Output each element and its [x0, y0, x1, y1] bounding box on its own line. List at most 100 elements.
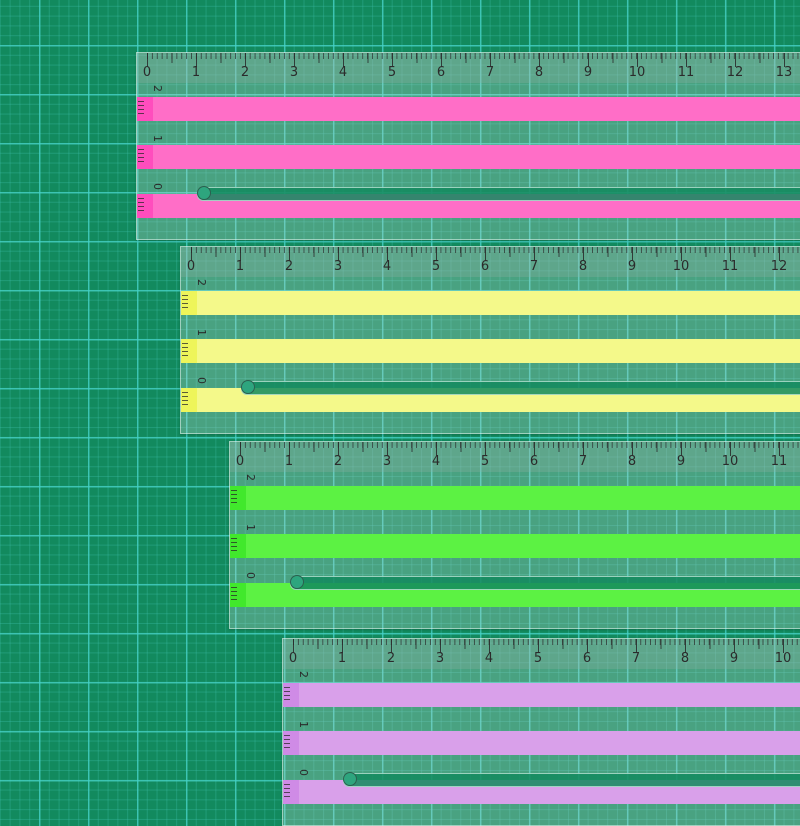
ruler-number: 13	[775, 65, 793, 80]
ruler-number: 8	[627, 454, 637, 469]
ruler-slot	[343, 773, 800, 787]
ruler-number: 3	[333, 259, 343, 274]
ruler-number: 4	[338, 65, 348, 80]
band-tab-2	[283, 683, 299, 707]
slot-end-hole	[197, 186, 211, 200]
ruler-number: 3	[289, 65, 299, 80]
side-tick-marks	[138, 149, 144, 165]
ruler-number: 0	[288, 651, 298, 666]
ruler-number: 9	[627, 259, 637, 274]
ruler-number: 11	[721, 259, 739, 274]
slot-end-hole	[343, 772, 357, 786]
color-band-1	[246, 534, 800, 558]
ruler-number: 6	[529, 454, 539, 469]
ruler-number: 11	[677, 65, 695, 80]
band-label-2: 2	[244, 474, 257, 481]
ruler-number: 3	[382, 454, 392, 469]
slot-end-hole	[241, 380, 255, 394]
band-tab-1	[283, 731, 299, 755]
side-tick-marks	[284, 784, 290, 800]
band-label-0: 0	[151, 183, 164, 190]
band-tab-1	[181, 339, 197, 363]
ruler-ticks	[191, 247, 800, 277]
ruler-number: 9	[729, 651, 739, 666]
band-label-2: 2	[297, 671, 310, 678]
band-tab-1	[230, 534, 246, 558]
band-tab-0	[137, 194, 153, 218]
band-tab-1	[137, 145, 153, 169]
side-tick-marks	[138, 198, 144, 214]
band-tab-0	[181, 388, 197, 412]
ruler-number: 12	[726, 65, 744, 80]
ruler-yellow: 2 1 0 0 1 2 3 4 5 6 7 8 9 10 11 12	[180, 246, 800, 434]
ruler-number: 7	[529, 259, 539, 274]
side-tick-marks	[231, 587, 237, 603]
band-tab-2	[181, 291, 197, 315]
ruler-number: 1	[337, 651, 347, 666]
ruler-number: 10	[774, 651, 792, 666]
ruler-purple: 2 1 0 0 1 2 3 4 5 6 7 8 9 10	[282, 638, 800, 826]
band-label-0: 0	[195, 377, 208, 384]
side-tick-marks	[182, 343, 188, 359]
band-label-0: 0	[244, 572, 257, 579]
ruler-number: 10	[672, 259, 690, 274]
color-band-2	[153, 97, 800, 121]
color-band-2	[246, 486, 800, 510]
ruler-number: 7	[485, 65, 495, 80]
ruler-number: 12	[770, 259, 788, 274]
ruler-number: 8	[534, 65, 544, 80]
ruler-number: 0	[235, 454, 245, 469]
ruler-ticks	[240, 442, 800, 472]
ruler-number: 8	[578, 259, 588, 274]
ruler-number: 4	[382, 259, 392, 274]
ruler-number: 10	[628, 65, 646, 80]
band-label-1: 1	[151, 135, 164, 142]
ruler-number: 4	[484, 651, 494, 666]
ruler-number: 0	[142, 65, 152, 80]
ruler-number: 2	[284, 259, 294, 274]
band-label-2: 2	[195, 279, 208, 286]
ruler-number: 1	[284, 454, 294, 469]
band-tab-0	[283, 780, 299, 804]
ruler-slot	[241, 381, 800, 395]
ruler-ticks	[293, 639, 800, 669]
color-band-2	[299, 683, 800, 707]
side-tick-marks	[231, 490, 237, 506]
ruler-slot	[290, 576, 800, 590]
ruler-number: 5	[431, 259, 441, 274]
ruler-number: 11	[770, 454, 788, 469]
band-tab-2	[137, 97, 153, 121]
ruler-number: 7	[578, 454, 588, 469]
side-tick-marks	[284, 687, 290, 703]
side-tick-marks	[182, 392, 188, 408]
ruler-number: 2	[386, 651, 396, 666]
side-tick-marks	[138, 101, 144, 117]
ruler-number: 9	[583, 65, 593, 80]
color-band-1	[299, 731, 800, 755]
band-tab-0	[230, 583, 246, 607]
band-tab-2	[230, 486, 246, 510]
side-tick-marks	[182, 295, 188, 311]
band-label-0: 0	[297, 769, 310, 776]
band-label-2: 2	[151, 85, 164, 92]
side-tick-marks	[231, 538, 237, 554]
ruler-number: 1	[191, 65, 201, 80]
ruler-number: 9	[676, 454, 686, 469]
ruler-number: 1	[235, 259, 245, 274]
band-label-1: 1	[297, 721, 310, 728]
ruler-number: 5	[387, 65, 397, 80]
side-tick-marks	[284, 735, 290, 751]
ruler-green: 2 1 0 0 1 2 3 4 5 6 7 8 9 10 11	[229, 441, 800, 629]
color-band-2	[197, 291, 800, 315]
slot-end-hole	[290, 575, 304, 589]
ruler-number: 2	[240, 65, 250, 80]
color-band-1	[197, 339, 800, 363]
ruler-number: 6	[480, 259, 490, 274]
ruler-number: 4	[431, 454, 441, 469]
band-label-1: 1	[195, 329, 208, 336]
ruler-pink: 2 1 0 0 1 2 3 4 5 6 7 8 9 10 11 12 13	[136, 52, 800, 240]
color-band-1	[153, 145, 800, 169]
ruler-number: 0	[186, 259, 196, 274]
band-label-1: 1	[244, 524, 257, 531]
ruler-number: 3	[435, 651, 445, 666]
